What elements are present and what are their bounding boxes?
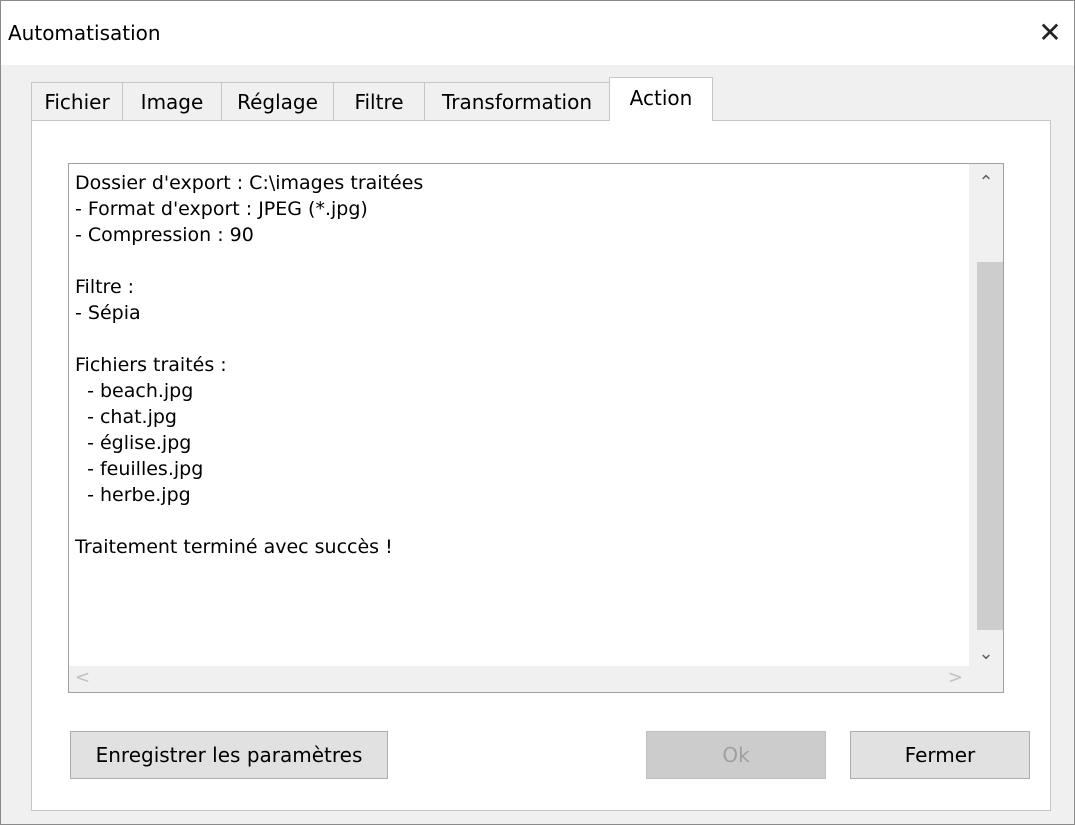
close-button[interactable]: Fermer bbox=[850, 731, 1030, 779]
tab-reglage[interactable]: Réglage bbox=[221, 82, 334, 120]
log-line: - herbe.jpg bbox=[75, 484, 191, 506]
scroll-right-icon[interactable]: > bbox=[948, 667, 963, 688]
ok-button[interactable]: Ok bbox=[646, 731, 826, 779]
automation-dialog: Automatisation ✕ Fichier Image Réglage F… bbox=[0, 0, 1075, 825]
title-bar: Automatisation ✕ bbox=[1, 1, 1074, 65]
log-line: - église.jpg bbox=[75, 432, 192, 454]
scroll-left-icon[interactable]: < bbox=[75, 667, 90, 688]
scroll-down-icon[interactable]: ⌄ bbox=[969, 643, 1003, 664]
log-line: Dossier d'export : C:\images traitées bbox=[75, 172, 424, 194]
log-line: - beach.jpg bbox=[75, 380, 194, 402]
log-line: Fichiers traités : bbox=[75, 354, 227, 376]
log-line: - Sépia bbox=[75, 302, 141, 324]
scroll-up-icon[interactable]: ⌃ bbox=[969, 172, 1003, 193]
save-settings-button[interactable]: Enregistrer les paramètres bbox=[70, 731, 388, 779]
log-content: Dossier d'export : C:\images traitées - F… bbox=[75, 170, 975, 560]
vertical-scrollbar[interactable]: ⌃ ⌄ bbox=[969, 164, 1003, 668]
log-line: - chat.jpg bbox=[75, 406, 177, 428]
tab-transformation[interactable]: Transformation bbox=[424, 82, 610, 120]
tab-action[interactable]: Action bbox=[609, 77, 713, 121]
tab-filtre[interactable]: Filtre bbox=[333, 82, 425, 120]
log-line: - Compression : 90 bbox=[75, 224, 254, 246]
window-title: Automatisation bbox=[8, 21, 161, 45]
log-line: - feuilles.jpg bbox=[75, 458, 204, 480]
tab-bar: Fichier Image Réglage Filtre Transformat… bbox=[31, 77, 1051, 121]
log-line: Traitement terminé avec succès ! bbox=[75, 536, 393, 558]
close-icon[interactable]: ✕ bbox=[1026, 13, 1074, 53]
log-line: - Format d'export : JPEG (*.jpg) bbox=[75, 198, 368, 220]
vertical-scroll-thumb[interactable] bbox=[977, 262, 1003, 630]
action-tab-panel: Dossier d'export : C:\images traitées - F… bbox=[31, 120, 1051, 811]
tab-image[interactable]: Image bbox=[122, 82, 222, 120]
log-line: Filtre : bbox=[75, 276, 135, 298]
log-textarea[interactable]: Dossier d'export : C:\images traitées - F… bbox=[68, 163, 1004, 693]
horizontal-scrollbar[interactable]: < > bbox=[69, 666, 1003, 692]
tab-fichier[interactable]: Fichier bbox=[31, 82, 123, 120]
